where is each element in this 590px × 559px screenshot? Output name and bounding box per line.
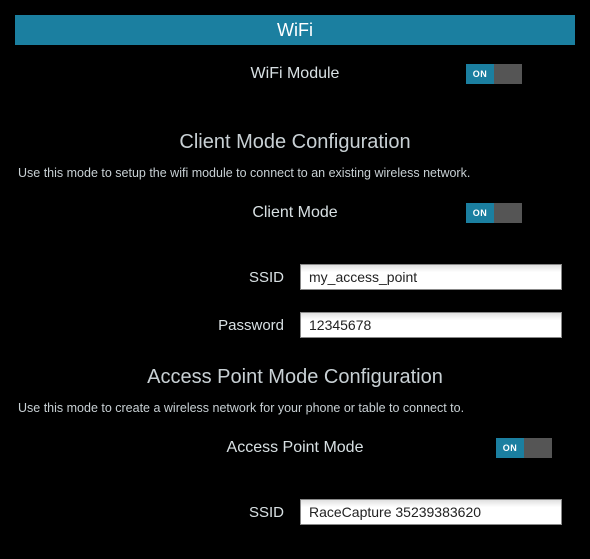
page-header: WiFi	[15, 15, 575, 45]
toggle-knob	[494, 64, 522, 84]
client-password-input[interactable]	[300, 312, 562, 338]
ap-mode-toggle-label: Access Point Mode	[115, 439, 475, 457]
client-mode-toggle[interactable]: ON	[466, 203, 522, 223]
client-mode-section-title: Client Mode Configuration	[0, 131, 590, 154]
toggle-on-text: ON	[466, 64, 494, 84]
ap-ssid-label: SSID	[0, 504, 300, 521]
ap-mode-section-title: Access Point Mode Configuration	[0, 366, 590, 389]
toggle-on-text: ON	[496, 438, 524, 458]
client-ssid-label: SSID	[0, 269, 300, 286]
ap-mode-description: Use this mode to create a wireless netwo…	[18, 401, 590, 415]
ap-mode-toggle[interactable]: ON	[496, 438, 552, 458]
wifi-module-label: WiFi Module	[115, 65, 475, 83]
page-title: WiFi	[277, 20, 313, 40]
ap-ssid-input[interactable]	[300, 499, 562, 525]
client-password-label: Password	[0, 317, 300, 334]
toggle-knob	[494, 203, 522, 223]
client-mode-toggle-label: Client Mode	[115, 204, 475, 222]
wifi-module-toggle[interactable]: ON	[466, 64, 522, 84]
client-ssid-input[interactable]	[300, 264, 562, 290]
toggle-knob	[524, 438, 552, 458]
client-mode-description: Use this mode to setup the wifi module t…	[18, 166, 590, 180]
toggle-on-text: ON	[466, 203, 494, 223]
